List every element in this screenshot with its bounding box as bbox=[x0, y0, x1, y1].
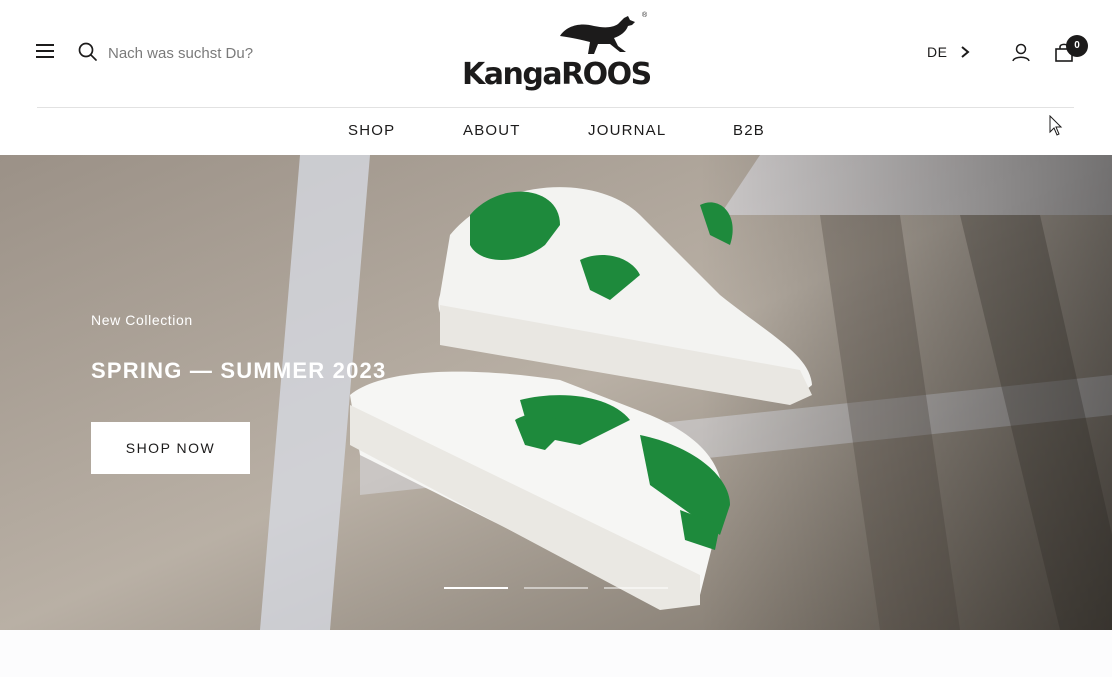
nav-item-journal[interactable]: JOURNAL bbox=[588, 122, 666, 139]
hero-title: SPRING — SUMMER 2023 bbox=[91, 358, 387, 383]
shop-now-button[interactable]: SHOP NOW bbox=[91, 422, 250, 474]
main-navigation: SHOP ABOUT JOURNAL B2B bbox=[0, 108, 1112, 154]
hero-banner: New Collection SPRING — SUMMER 2023 SHOP… bbox=[0, 155, 1112, 630]
hero-eyebrow: New Collection bbox=[91, 312, 193, 328]
slider-dot-3[interactable] bbox=[604, 587, 668, 589]
kangaroo-logo-icon bbox=[560, 16, 635, 54]
site-header: ® KangaROOS DE 0 SHOP ABOUT JOURNAL B2B bbox=[0, 0, 1112, 155]
cart-count-badge: 0 bbox=[1066, 35, 1088, 57]
language-selector[interactable]: DE bbox=[927, 44, 947, 60]
hero-image bbox=[0, 155, 1112, 630]
slider-dot-1[interactable] bbox=[444, 587, 508, 589]
slider-dot-2[interactable] bbox=[524, 587, 588, 589]
user-icon[interactable] bbox=[1011, 42, 1031, 63]
registered-mark: ® bbox=[642, 12, 648, 19]
hamburger-icon[interactable] bbox=[36, 44, 56, 60]
mouse-cursor-icon bbox=[1049, 115, 1063, 136]
content-below-hero bbox=[0, 630, 1112, 677]
search-input[interactable] bbox=[108, 41, 348, 65]
nav-item-shop[interactable]: SHOP bbox=[348, 122, 395, 139]
chevron-right-icon[interactable] bbox=[958, 44, 972, 60]
nav-item-about[interactable]: ABOUT bbox=[463, 122, 521, 139]
logo-wordmark: KangaROOS bbox=[462, 57, 652, 92]
kangaroos-logo[interactable]: ® KangaROOS bbox=[462, 12, 652, 94]
search-icon[interactable] bbox=[78, 42, 98, 62]
slider-pagination bbox=[444, 587, 668, 591]
nav-item-b2b[interactable]: B2B bbox=[733, 122, 765, 139]
